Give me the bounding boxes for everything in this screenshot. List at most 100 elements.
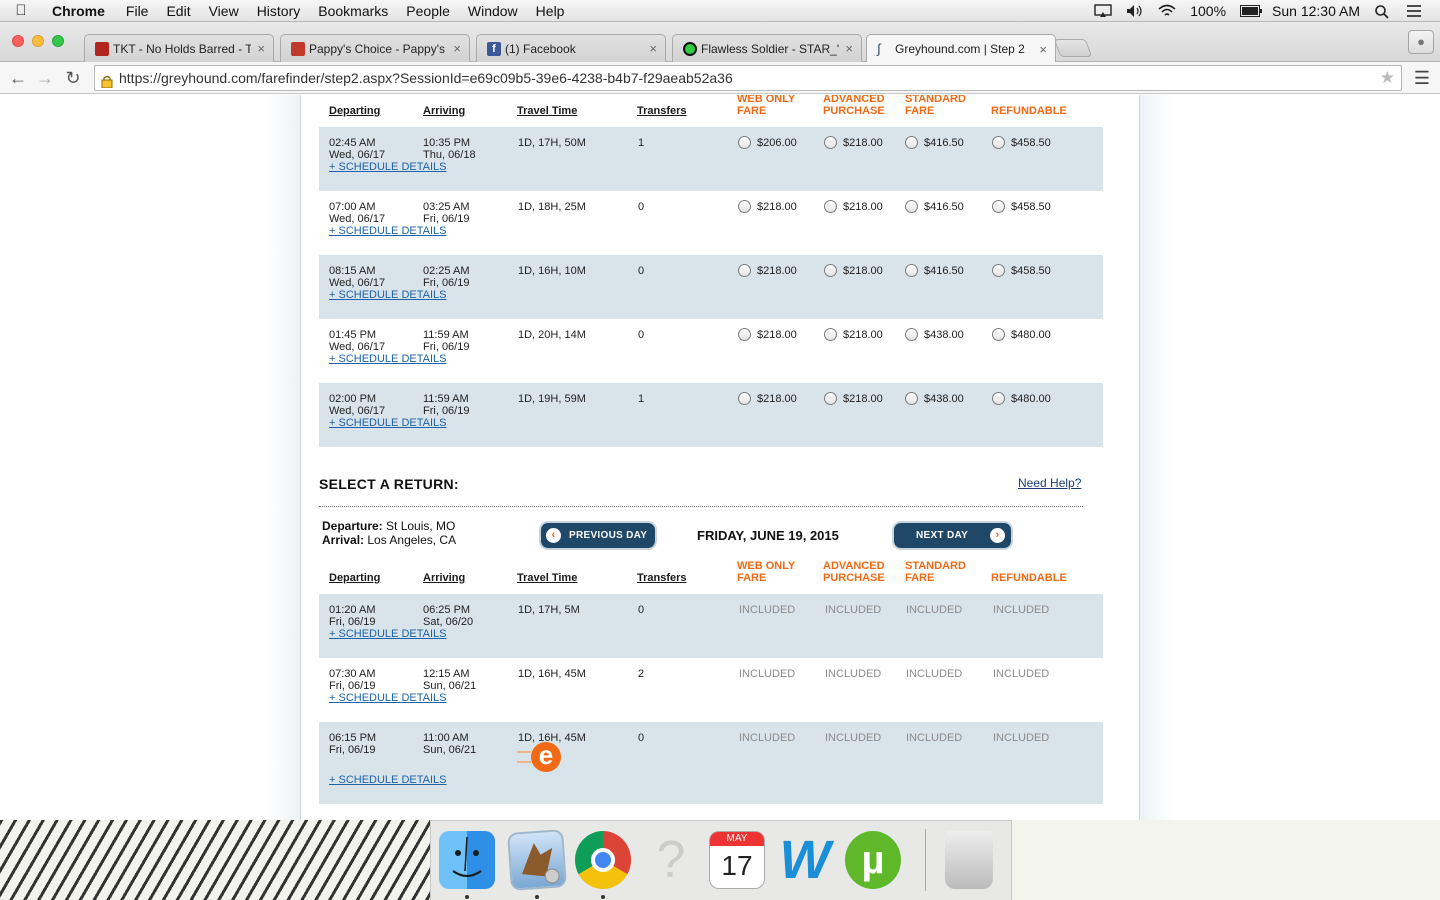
- reload-icon[interactable]: ↻: [61, 66, 85, 90]
- forward-arrow-icon[interactable]: →: [33, 66, 57, 90]
- standard-fare-option[interactable]: $416.50: [905, 264, 964, 277]
- schedule-details-link[interactable]: + SCHEDULE DETAILS: [329, 417, 446, 429]
- schedule-details-link[interactable]: + SCHEDULE DETAILS: [329, 628, 446, 640]
- window-close-button[interactable]: [12, 35, 24, 47]
- radio-button[interactable]: [824, 200, 837, 213]
- col-arriving[interactable]: Arriving: [423, 105, 465, 117]
- schedule-details-link[interactable]: + SCHEDULE DETAILS: [329, 225, 446, 237]
- refundable-fare-option[interactable]: $458.50: [992, 264, 1051, 277]
- tab-flawless-soldier[interactable]: Flawless Soldier - STAR_'s ×: [672, 34, 862, 62]
- tab-close-icon[interactable]: ×: [257, 41, 265, 56]
- menu-edit[interactable]: Edit: [157, 3, 199, 19]
- e-logo-icon[interactable]: e: [531, 742, 561, 772]
- radio-button[interactable]: [738, 136, 751, 149]
- tab-close-icon[interactable]: ×: [649, 41, 657, 56]
- unknown-app-icon[interactable]: ?: [643, 831, 699, 889]
- web-only-fare-option[interactable]: $218.00: [738, 328, 797, 341]
- battery-icon[interactable]: [1240, 4, 1263, 18]
- web-only-fare-option[interactable]: $206.00: [738, 136, 797, 149]
- radio-button[interactable]: [824, 264, 837, 277]
- col-travel-time[interactable]: Travel Time: [517, 105, 577, 117]
- wifi-icon[interactable]: [1158, 4, 1176, 18]
- refundable-fare-option[interactable]: $480.00: [992, 328, 1051, 341]
- radio-button[interactable]: [738, 328, 751, 341]
- menu-history[interactable]: History: [248, 3, 310, 19]
- schedule-details-link[interactable]: + SCHEDULE DETAILS: [329, 289, 446, 301]
- radio-button[interactable]: [905, 264, 918, 277]
- standard-fare-option[interactable]: $438.00: [905, 328, 964, 341]
- col-arriving[interactable]: Arriving: [423, 572, 465, 584]
- finder-icon[interactable]: [439, 831, 495, 889]
- mail-icon[interactable]: [507, 829, 567, 891]
- radio-button[interactable]: [824, 392, 837, 405]
- menu-bookmarks[interactable]: Bookmarks: [309, 3, 397, 19]
- col-departing[interactable]: Departing: [329, 105, 380, 117]
- schedule-details-link[interactable]: + SCHEDULE DETAILS: [329, 161, 446, 173]
- warning-lock-icon[interactable]: [101, 71, 113, 89]
- standard-fare-option[interactable]: $416.50: [905, 136, 964, 149]
- radio-button[interactable]: [824, 328, 837, 341]
- trash-icon[interactable]: [945, 831, 993, 889]
- bookmark-star-icon[interactable]: ★: [1380, 66, 1395, 90]
- address-bar[interactable]: https://greyhound.com/farefinder/step2.a…: [94, 65, 1402, 91]
- menu-window[interactable]: Window: [459, 3, 527, 19]
- refundable-fare-option[interactable]: $480.00: [992, 392, 1051, 405]
- radio-button[interactable]: [738, 392, 751, 405]
- menu-help[interactable]: Help: [527, 3, 574, 19]
- radio-button[interactable]: [738, 200, 751, 213]
- menu-people[interactable]: People: [397, 3, 459, 19]
- schedule-details-link[interactable]: + SCHEDULE DETAILS: [329, 774, 446, 786]
- col-travel-time[interactable]: Travel Time: [517, 572, 577, 584]
- radio-button[interactable]: [992, 200, 1005, 213]
- previous-day-button[interactable]: ‹ PREVIOUS DAY: [541, 523, 655, 548]
- notification-center-icon[interactable]: [1406, 4, 1424, 18]
- window-zoom-button[interactable]: [52, 35, 64, 47]
- volume-icon[interactable]: [1126, 4, 1144, 18]
- new-tab-button[interactable]: [1053, 39, 1093, 57]
- radio-button[interactable]: [905, 200, 918, 213]
- advanced-fare-option[interactable]: $218.00: [824, 200, 883, 213]
- app-menu[interactable]: Chrome: [42, 3, 117, 19]
- chrome-menu-icon[interactable]: ☰: [1414, 68, 1430, 89]
- airplay-icon[interactable]: [1094, 4, 1112, 18]
- calendar-icon[interactable]: MAY 17: [709, 831, 765, 889]
- standard-fare-option[interactable]: $416.50: [905, 200, 964, 213]
- tab-pappys[interactable]: Pappy's Choice - Pappy's ×: [280, 34, 470, 62]
- menu-view[interactable]: View: [200, 3, 248, 19]
- schedule-details-link[interactable]: + SCHEDULE DETAILS: [329, 353, 446, 365]
- window-minimize-button[interactable]: [32, 35, 44, 47]
- web-only-fare-option[interactable]: $218.00: [738, 264, 797, 277]
- tab-tkt[interactable]: TKT - No Holds Barred - T ×: [84, 34, 274, 62]
- radio-button[interactable]: [738, 264, 751, 277]
- wunderlist-icon[interactable]: W: [777, 831, 833, 889]
- col-departing[interactable]: Departing: [329, 572, 380, 584]
- need-help-link[interactable]: Need Help?: [1018, 476, 1081, 490]
- radio-button[interactable]: [992, 264, 1005, 277]
- radio-button[interactable]: [992, 392, 1005, 405]
- radio-button[interactable]: [905, 392, 918, 405]
- profile-icon[interactable]: ●: [1408, 30, 1434, 54]
- advanced-fare-option[interactable]: $218.00: [824, 392, 883, 405]
- back-arrow-icon[interactable]: ←: [6, 66, 30, 90]
- col-transfers[interactable]: Transfers: [637, 572, 687, 584]
- advanced-fare-option[interactable]: $218.00: [824, 136, 883, 149]
- web-only-fare-option[interactable]: $218.00: [738, 392, 797, 405]
- standard-fare-option[interactable]: $438.00: [905, 392, 964, 405]
- radio-button[interactable]: [905, 328, 918, 341]
- utorrent-icon[interactable]: µ: [845, 831, 901, 889]
- spotlight-search-icon[interactable]: [1374, 4, 1392, 19]
- radio-button[interactable]: [992, 328, 1005, 341]
- apple-menu-icon[interactable]: : [0, 2, 42, 19]
- tab-close-icon[interactable]: ×: [1039, 42, 1047, 57]
- menu-file[interactable]: File: [117, 3, 158, 19]
- refundable-fare-option[interactable]: $458.50: [992, 136, 1051, 149]
- tab-close-icon[interactable]: ×: [453, 41, 461, 56]
- col-transfers[interactable]: Transfers: [637, 105, 687, 117]
- menubar-clock[interactable]: Sun 12:30 AM: [1272, 3, 1360, 19]
- radio-button[interactable]: [905, 136, 918, 149]
- tab-facebook[interactable]: f (1) Facebook ×: [476, 34, 666, 62]
- tab-close-icon[interactable]: ×: [845, 41, 853, 56]
- web-only-fare-option[interactable]: $218.00: [738, 200, 797, 213]
- radio-button[interactable]: [824, 136, 837, 149]
- radio-button[interactable]: [992, 136, 1005, 149]
